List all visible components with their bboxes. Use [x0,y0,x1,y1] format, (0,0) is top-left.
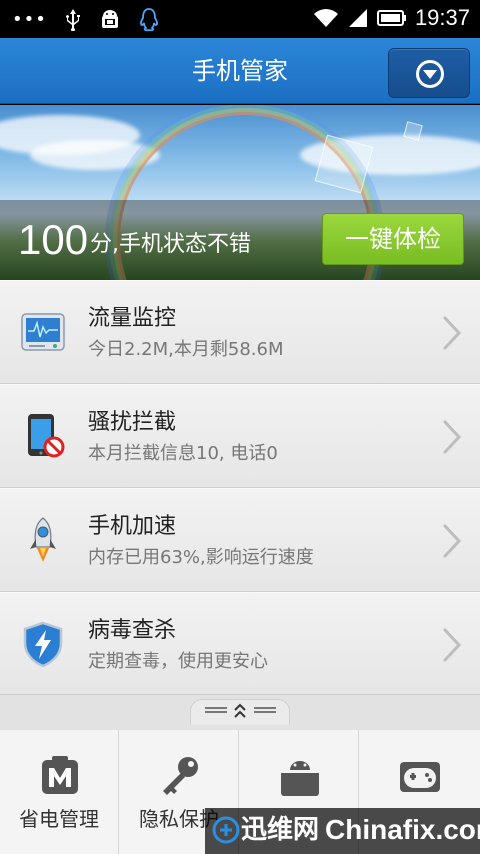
status-banner: 100 分,手机状态不错 一键体检 [0,105,480,280]
shield-icon [23,621,63,667]
list-item-phone-boost[interactable]: 手机加速 内存已用63%,影响运行速度 [0,488,480,592]
health-score: 100 [18,216,89,263]
handle-grip-icon [205,707,227,713]
drawer-handle[interactable] [0,694,480,730]
list-item-subtitle: 今日2.2M,本月剩58.6M [88,339,284,360]
list-item-virus-scan[interactable]: 病毒查杀 定期查毒，使用更安心 [0,592,480,696]
wifi-icon [313,9,338,27]
qq-icon [139,8,158,32]
clock: 19:37 [414,5,470,30]
one-click-checkup-button[interactable]: 一键体检 [322,213,464,265]
list-item-title: 病毒查杀 [88,618,177,643]
watermark: 迅维网 Chinafix.com [205,808,480,854]
double-chevron-up-icon [234,703,246,718]
android-debug-icon [101,10,118,28]
chevron-down-icon [423,70,437,79]
list-item-title: 手机加速 [88,514,177,539]
traffic-monitor-icon [21,313,65,351]
chevron-right-icon [443,628,462,662]
list-item-subtitle: 定期查毒，使用更安心 [88,651,268,672]
chevron-right-icon [443,524,462,558]
list-item-title: 流量监控 [88,306,177,331]
status-bar: ••• 19:37 [0,0,480,38]
android-box-icon [281,761,319,796]
list-item-subtitle: 本月拦截信息10, 电话0 [88,443,278,464]
chevron-right-icon [443,420,462,454]
tab-label: 省电管理 [19,807,99,831]
usb-icon [65,9,80,31]
feature-list: 流量监控 今日2.2M,本月剩58.6M 骚扰拦截 本月拦截信息10, 电话0 [0,280,480,696]
list-item-subtitle: 内存已用63%,影响运行速度 [88,547,314,568]
block-harassment-icon [28,414,65,458]
rocket-icon [30,517,56,562]
list-item-title: 骚扰拦截 [88,410,177,435]
menu-dropdown-button[interactable] [388,48,470,98]
battery-icon [376,10,406,26]
chevron-right-icon [443,316,462,350]
watermark-cn: 迅维网 [241,815,320,845]
health-status-text: 分,手机状态不错 [90,232,251,257]
cloud-decoration [30,140,160,170]
list-item-harassment-block[interactable]: 骚扰拦截 本月拦截信息10, 电话0 [0,384,480,488]
chinafix-logo-icon [212,816,240,844]
battery-m-icon [42,756,78,794]
list-item-traffic-monitor[interactable]: 流量监控 今日2.2M,本月剩58.6M [0,280,480,384]
handle-grip-icon [254,707,276,713]
tab-power-saving[interactable]: 省电管理 [0,730,119,854]
key-icon [163,757,198,795]
notification-dots: ••• [12,9,47,30]
gamepad-icon [400,762,440,792]
signal-icon [348,9,367,27]
watermark-en: Chinafix.com [325,814,480,845]
